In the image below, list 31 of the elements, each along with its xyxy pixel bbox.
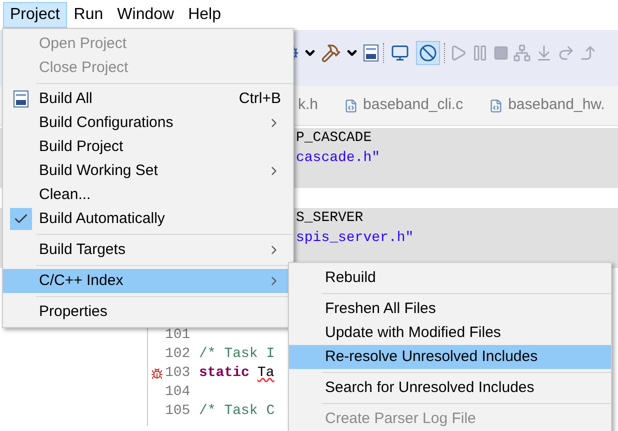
code-text: S_SERVER — [296, 208, 364, 228]
menu-item[interactable]: Build Automatically — [3, 207, 293, 231]
menu-bar-item[interactable]: Window — [110, 2, 182, 28]
menu-bar-item[interactable]: Run — [66, 2, 110, 28]
editor-tab[interactable]: k.h — [298, 94, 318, 117]
line-number: 104 — [165, 383, 192, 402]
code-text: /* Task C — [199, 402, 275, 421]
line-number: 105 — [165, 402, 192, 421]
menu-item[interactable]: Build Configurations — [3, 111, 293, 135]
editor-tab[interactable]: baseband_hw. — [508, 94, 605, 117]
code-text: P_CASCADE — [296, 128, 372, 148]
line-number: 103 — [165, 364, 192, 383]
menu-item[interactable]: Search for Unresolved Includes — [289, 376, 611, 400]
line-number: 102 — [165, 345, 192, 364]
menu-item[interactable]: Clean... — [3, 183, 293, 207]
menu-item[interactable]: Build All Ctrl+B — [3, 87, 293, 111]
line-number: 101 — [165, 326, 192, 345]
editor-tab[interactable]: baseband_cli.c — [363, 94, 464, 117]
code-text: cascade.h" — [296, 148, 380, 168]
code-text: /* Task I — [199, 345, 275, 364]
menu-bar-item[interactable]: Help — [181, 2, 228, 28]
menu-item[interactable]: Re-resolve Unresolved Includes — [289, 345, 611, 369]
code-text: static — [199, 364, 250, 383]
menu-item[interactable]: Build Project — [3, 135, 293, 159]
menu-item[interactable]: Build Working Set — [3, 159, 293, 183]
code-text: spis_server.h" — [296, 228, 414, 248]
code-text: Ta — [257, 364, 274, 383]
menu-item[interactable]: Update with Modified Files — [289, 321, 611, 345]
menu-bar-item[interactable]: Project — [3, 2, 67, 28]
menu-item[interactable]: Freshen All Files — [289, 297, 611, 321]
menu-item[interactable]: Build Targets — [3, 238, 293, 262]
